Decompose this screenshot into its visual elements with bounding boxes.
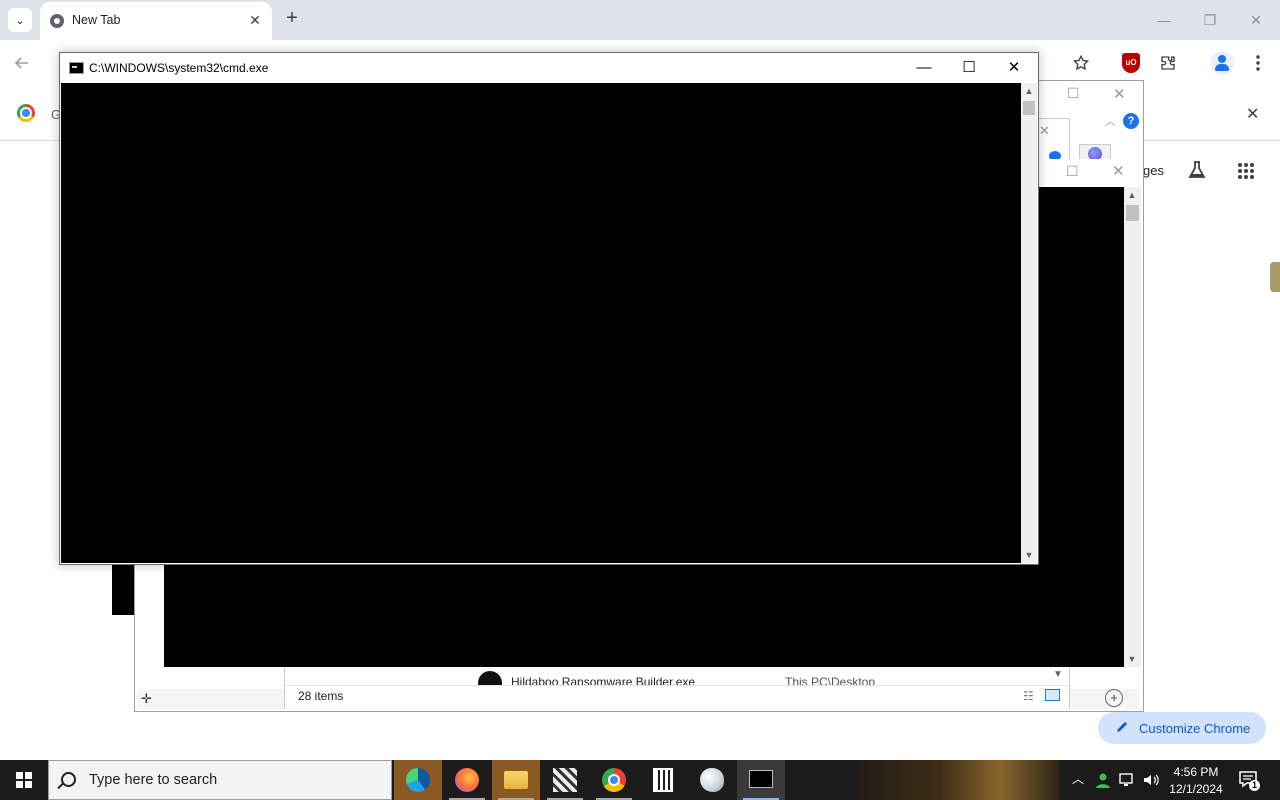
taskbar-edge[interactable] [394, 760, 442, 800]
list-scroll-down-icon[interactable]: ▼ [1053, 669, 1063, 680]
search-placeholder: Type here to search [89, 772, 218, 788]
clock-time: 4:56 PM [1173, 765, 1219, 779]
google-logo-icon [17, 104, 35, 122]
taskbar-calculator[interactable] [639, 760, 687, 800]
clock-date: 12/1/2024 [1169, 782, 1223, 796]
shortcut-thumbnail[interactable] [1270, 262, 1280, 292]
people-icon[interactable] [1094, 771, 1112, 789]
cmd-scroll-thumb[interactable] [1023, 101, 1035, 115]
tab-title: New Tab [72, 13, 121, 27]
background-console-fragment [112, 560, 136, 615]
cmd-minimize-button[interactable]: — [901, 53, 947, 83]
taskbar-cmd[interactable] [737, 760, 785, 800]
cmd-close-button[interactable]: ✕ [991, 53, 1037, 83]
kebab-menu-icon[interactable] [1247, 52, 1269, 74]
scroll-down-arrow-icon[interactable]: ▼ [1124, 651, 1140, 667]
firefox-icon [455, 768, 479, 792]
clock[interactable]: 4:56 PM 12/1/2024 [1164, 763, 1228, 799]
bookmark-star-icon[interactable] [1070, 52, 1092, 74]
help-icon[interactable]: ? [1123, 113, 1139, 129]
profile-avatar-icon[interactable] [1210, 51, 1234, 75]
taskbar-search-box[interactable]: Type here to search [48, 760, 392, 800]
chrome-favicon-icon [50, 14, 64, 28]
cmd-window-title: C:\WINDOWS\system32\cmd.exe [89, 61, 269, 75]
windows-logo-icon [16, 772, 32, 788]
ublock-origin-icon[interactable]: uO [1122, 53, 1140, 73]
back-arrow-icon[interactable] [11, 52, 33, 74]
add-icon[interactable]: ✛ [141, 691, 152, 707]
cmd-titlebar[interactable]: C:\WINDOWS\system32\cmd.exe — ☐ ✕ [60, 53, 1038, 83]
cmd-app-icon [69, 62, 84, 74]
file-name: Hildaboo Ransomware Builder.exe [511, 675, 696, 685]
taskbar-firefox[interactable] [443, 760, 491, 800]
labs-flask-icon[interactable] [1187, 160, 1207, 183]
large-icons-view-icon[interactable] [1045, 689, 1060, 701]
chrome-center [610, 776, 618, 784]
new-tab-button[interactable]: + [282, 8, 302, 30]
volume-icon[interactable] [1142, 771, 1160, 789]
file-location: This PC\Desktop [785, 675, 876, 685]
taskbar-app[interactable] [541, 760, 589, 800]
google-apps-grid-icon[interactable] [1237, 162, 1255, 183]
browser-close-button[interactable]: ✕ [1236, 8, 1276, 32]
console-output-area[interactable] [61, 83, 1021, 563]
images-link[interactable]: ges [1143, 163, 1164, 178]
browser-restore-button[interactable]: ❐ [1190, 8, 1230, 32]
cmd-scrollbar[interactable]: ▲ ▼ [1021, 83, 1037, 563]
bg-window-close-button[interactable]: ✕ [1113, 85, 1126, 103]
file-explorer-icon [504, 771, 528, 789]
scroll-thumb[interactable] [1126, 205, 1139, 221]
paint-icon [700, 768, 724, 792]
calculator-icon [653, 768, 673, 792]
bg-window-maximize-button[interactable]: ☐ [1067, 85, 1080, 102]
cmd-scroll-up-arrow-icon[interactable]: ▲ [1021, 83, 1037, 99]
action-center-button[interactable]: 1 [1238, 770, 1260, 791]
cmd-maximize-button[interactable]: ☐ [946, 53, 992, 83]
show-hidden-icons-chevron-icon[interactable]: ︿ [1070, 770, 1086, 787]
ribbon-collapse-icon[interactable]: ︿ [1105, 113, 1116, 129]
dialog-close-button[interactable]: ✕ [1039, 123, 1050, 139]
extensions-puzzle-icon[interactable] [1157, 52, 1179, 74]
zoom-in-icon[interactable]: + [1105, 689, 1123, 707]
pencil-icon [1115, 720, 1129, 737]
tab-close-button[interactable]: ✕ [246, 11, 264, 29]
second-console-scrollbar[interactable]: ▲ ▼ [1124, 187, 1141, 667]
edge-icon [406, 768, 430, 792]
cmd-icon [749, 770, 773, 788]
second-console-close-button[interactable]: ✕ [1112, 162, 1125, 180]
network-icon[interactable] [1118, 771, 1136, 789]
cmd-scroll-down-arrow-icon[interactable]: ▼ [1021, 547, 1037, 563]
search-icon [61, 772, 76, 787]
chevron-down-icon: ⌄ [15, 14, 25, 27]
taskbar-wallpaper-strip [860, 760, 1060, 800]
taskbar-paint[interactable] [688, 760, 736, 800]
taskbar-chrome[interactable] [590, 760, 638, 800]
tab-search-button[interactable]: ⌄ [8, 8, 32, 32]
taskbar-file-explorer[interactable] [492, 760, 540, 800]
start-button[interactable] [0, 760, 48, 800]
browser-minimize-button[interactable]: — [1144, 8, 1184, 32]
details-view-icon[interactable]: ☷ [1023, 689, 1034, 703]
infobar-close-button[interactable]: ✕ [1246, 104, 1259, 124]
app-icon [553, 768, 577, 792]
second-console-titlebar: ☐ ✕ [1037, 159, 1141, 187]
customize-chrome-label: Customize Chrome [1139, 721, 1251, 736]
tab-new-tab[interactable]: New Tab ✕ [40, 2, 272, 40]
second-console-maximize-button[interactable]: ☐ [1066, 163, 1079, 180]
customize-chrome-button[interactable]: Customize Chrome [1098, 712, 1266, 744]
scroll-up-arrow-icon[interactable]: ▲ [1124, 187, 1140, 203]
status-divider [285, 685, 1069, 686]
cmd-window[interactable]: C:\WINDOWS\system32\cmd.exe — ☐ ✕ ▲ ▼ [59, 52, 1039, 565]
file-explorer-pane: Hildaboo Ransomware Builder.exe This PC\… [284, 667, 1070, 709]
status-item-count: 28 items [298, 689, 344, 703]
file-list-row[interactable]: Hildaboo Ransomware Builder.exe This PC\… [285, 667, 1069, 685]
notification-count-badge: 1 [1249, 780, 1260, 791]
